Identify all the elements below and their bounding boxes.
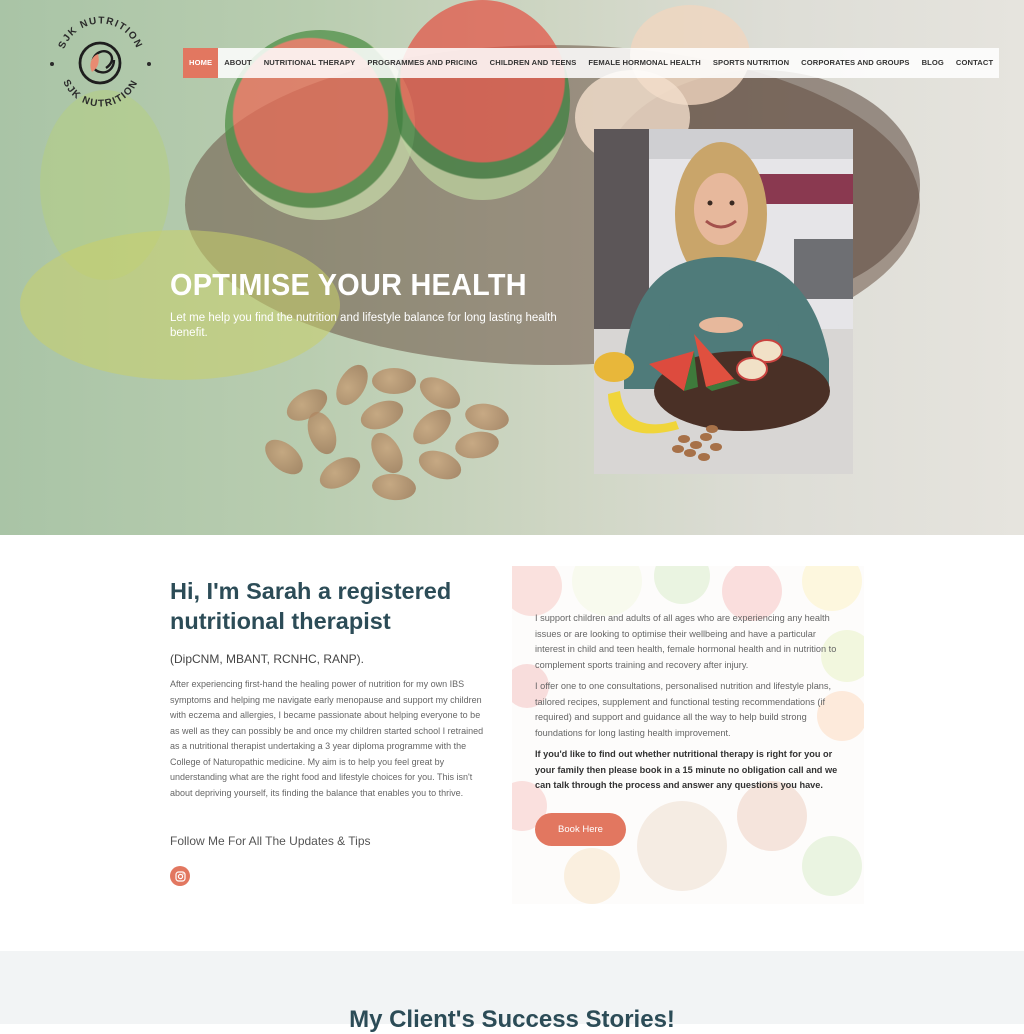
sjk-nutrition-logo[interactable]: SJK NUTRITION SJK NUTRITION — [48, 10, 153, 115]
services-text: I support children and adults of all age… — [535, 611, 845, 800]
almond — [372, 368, 416, 394]
instagram-link[interactable] — [170, 866, 190, 886]
nav-about[interactable]: ABOUT — [218, 48, 258, 78]
nav-children-and-teens[interactable]: CHILDREN AND TEENS — [484, 48, 583, 78]
almond — [356, 395, 408, 435]
almond — [453, 428, 501, 462]
almond — [314, 450, 366, 496]
about-heading: Hi, I'm Sarah a registered nutritional t… — [170, 578, 452, 634]
almond — [463, 400, 511, 434]
credentials: (DipCNM, MBANT, RCNHC, RANP). — [170, 652, 365, 666]
testimonials-heading: My Client's Success Stories! — [349, 1006, 675, 1033]
services-paragraph-2: I offer one to one consultations, person… — [535, 681, 832, 738]
nav-contact[interactable]: CONTACT — [950, 48, 999, 78]
nav-programmes-and-pricing[interactable]: PROGRAMMES AND PRICING — [361, 48, 483, 78]
about-paragraph: After experiencing first-hand the healin… — [170, 679, 484, 798]
services-paragraph-3: If you'd like to find out whether nutrit… — [535, 749, 838, 790]
almond — [364, 427, 410, 479]
services-paragraph-1: I support children and adults of all age… — [535, 613, 837, 670]
background-watermelon-slice — [395, 0, 570, 200]
background-banana — [20, 230, 340, 380]
portrait-illustration — [594, 129, 853, 474]
nav-corporates-and-groups[interactable]: CORPORATES AND GROUPS — [795, 48, 915, 78]
nav-sports-nutrition[interactable]: SPORTS NUTRITION — [707, 48, 795, 78]
main-navigation: HOME ABOUT NUTRITIONAL THERAPY PROGRAMME… — [183, 48, 1000, 78]
hero-section: SJK NUTRITION SJK NUTRITION HOME ABOUT N… — [0, 0, 1024, 535]
almond — [370, 472, 418, 502]
instagram-icon — [174, 870, 186, 882]
portrait-photo — [594, 129, 853, 474]
nav-home[interactable]: HOME — [183, 48, 219, 78]
hero-subtitle: Let me help you find the nutrition and l… — [170, 312, 557, 339]
nav-blog[interactable]: BLOG — [916, 48, 950, 78]
nav-female-hormonal-health[interactable]: FEMALE HORMONAL HEALTH — [582, 48, 706, 78]
book-here-button[interactable]: Book Here — [535, 813, 626, 846]
services-panel: I support children and adults of all age… — [512, 566, 864, 904]
almond — [406, 402, 458, 452]
hero-title: OPTIMISE YOUR HEALTH — [170, 267, 527, 302]
follow-label: Follow Me For All The Updates & Tips — [170, 834, 371, 848]
nav-nutritional-therapy[interactable]: NUTRITIONAL THERAPY — [258, 48, 362, 78]
svg-text:SJK NUTRITION: SJK NUTRITION — [57, 15, 145, 50]
almond — [329, 359, 375, 411]
almond — [258, 432, 310, 482]
